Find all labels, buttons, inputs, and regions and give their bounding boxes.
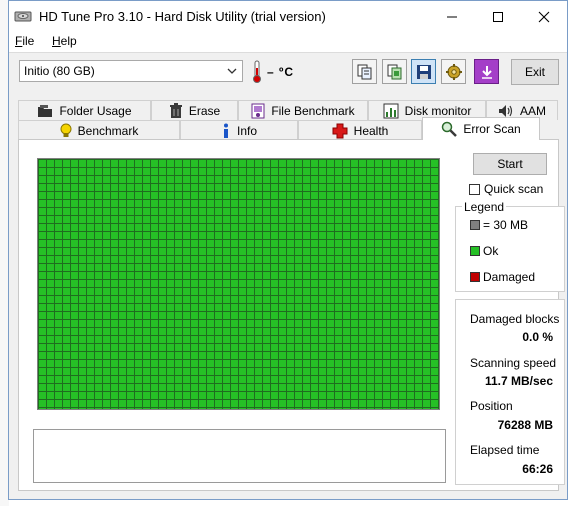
legend-label-block-size: = 30 MB (483, 218, 529, 232)
thermometer-icon (251, 60, 263, 84)
tab-error-scan-label: Error Scan (463, 122, 521, 136)
toolbar: Initio (80 GB) – ºC Exit (9, 52, 567, 91)
trash-icon (169, 102, 183, 119)
copy-screenshot-icon (387, 64, 401, 79)
quick-scan-checkbox[interactable] (469, 183, 480, 195)
tab-benchmark-label: Benchmark (77, 123, 139, 138)
damaged-blocks-label: Damaged blocks (470, 312, 560, 326)
legend-swatch-green (470, 246, 480, 256)
tab-health-label: Health (353, 123, 389, 138)
exit-button[interactable]: Exit (511, 59, 559, 85)
elapsed-time-label: Elapsed time (470, 443, 540, 457)
tab-folder-usage[interactable]: Folder Usage (18, 100, 151, 120)
position-value: 76288 MB (497, 418, 553, 432)
legend-swatch-gray (470, 220, 480, 230)
copy-info-icon (357, 64, 371, 79)
scanning-speed-label: Scanning speed (470, 356, 557, 370)
legend-item-ok: Ok (470, 244, 498, 258)
legend-label-damaged: Damaged (483, 270, 536, 284)
scan-stats-box: Damaged blocks 0.0 % Scanning speed 11.7… (455, 299, 565, 485)
menu-file-rest: ile (22, 34, 35, 48)
tab-aam-label: AAM (519, 103, 546, 118)
info-icon (221, 123, 231, 139)
legend-item-block-size: = 30 MB (470, 218, 528, 232)
lightbulb-icon (60, 123, 72, 139)
temperature-readout: – ºC (267, 65, 295, 79)
tab-folder-usage-label: Folder Usage (59, 103, 132, 118)
window-title: HD Tune Pro 3.10 - Hard Disk Utility (tr… (39, 9, 326, 24)
menu-help-rest: elp (60, 34, 77, 48)
menu-help[interactable]: Help (49, 34, 80, 48)
drive-select[interactable]: Initio (80 GB) (19, 60, 243, 82)
folder-icon (37, 104, 53, 118)
close-button[interactable] (521, 1, 567, 32)
start-button[interactable]: Start (473, 153, 547, 175)
tab-disk-monitor-label: Disk monitor (404, 103, 472, 118)
hd-tune-window: HD Tune Pro 3.10 - Hard Disk Utility (tr… (8, 0, 568, 500)
copy-screenshot-button[interactable] (382, 59, 407, 84)
elapsed-time-value: 66:26 (522, 462, 553, 476)
scanning-speed-value: 11.7 MB/sec (484, 374, 553, 388)
menu-file[interactable]: File (12, 34, 37, 48)
title-bar: HD Tune Pro 3.10 - Hard Disk Utility (tr… (9, 1, 567, 32)
tab-info[interactable]: Info (180, 120, 298, 140)
position-label: Position (470, 399, 513, 413)
tab-error-scan[interactable]: Error Scan (422, 117, 540, 140)
legend-label-ok: Ok (483, 244, 499, 258)
minimize-icon (447, 16, 457, 17)
copy-info-button[interactable] (352, 59, 377, 84)
tab-benchmark[interactable]: Benchmark (18, 120, 180, 140)
disk-monitor-icon (383, 103, 399, 119)
error-scan-panel: Start Quick scan Legend = 30 MB Ok Damag… (18, 139, 565, 491)
tab-erase-label: Erase (188, 103, 221, 118)
tab-file-benchmark-label: File Benchmark (271, 103, 355, 118)
chevron-down-icon (225, 63, 239, 79)
block-map-grid (37, 158, 440, 410)
options-icon (445, 63, 462, 80)
background-window-right (568, 0, 580, 506)
hard-disk-app-icon (14, 8, 32, 24)
save-icon (416, 64, 431, 79)
download-button[interactable] (474, 59, 499, 84)
drive-select-value: Initio (80 GB) (24, 64, 95, 78)
legend-item-damaged: Damaged (470, 270, 535, 284)
damaged-blocks-value: 0.0 % (522, 330, 553, 344)
tab-health[interactable]: Health (298, 120, 422, 140)
maximize-icon (493, 11, 503, 22)
close-icon (538, 11, 550, 22)
legend-swatch-red (470, 272, 480, 282)
download-icon (481, 65, 492, 79)
options-button[interactable] (441, 59, 466, 84)
minimize-button[interactable] (429, 1, 475, 32)
scan-log-box[interactable] (33, 429, 446, 483)
tab-file-benchmark[interactable]: File Benchmark (238, 100, 368, 120)
health-cross-icon (332, 123, 348, 139)
speaker-icon (498, 104, 514, 118)
legend-box: Legend = 30 MB Ok Damaged (455, 200, 565, 292)
quick-scan-option[interactable]: Quick scan (469, 182, 543, 196)
tab-info-label: Info (236, 123, 257, 138)
maximize-button[interactable] (475, 1, 521, 32)
magnifier-icon (441, 121, 458, 137)
file-benchmark-icon (251, 103, 265, 119)
save-button[interactable] (411, 59, 436, 84)
tab-row-bottom: Benchmark Info Health Error Scan (18, 117, 558, 140)
legend-title: Legend (462, 200, 507, 214)
menu-bar: File Help (9, 32, 567, 52)
quick-scan-label: Quick scan (484, 182, 544, 196)
tab-erase[interactable]: Erase (151, 100, 238, 120)
